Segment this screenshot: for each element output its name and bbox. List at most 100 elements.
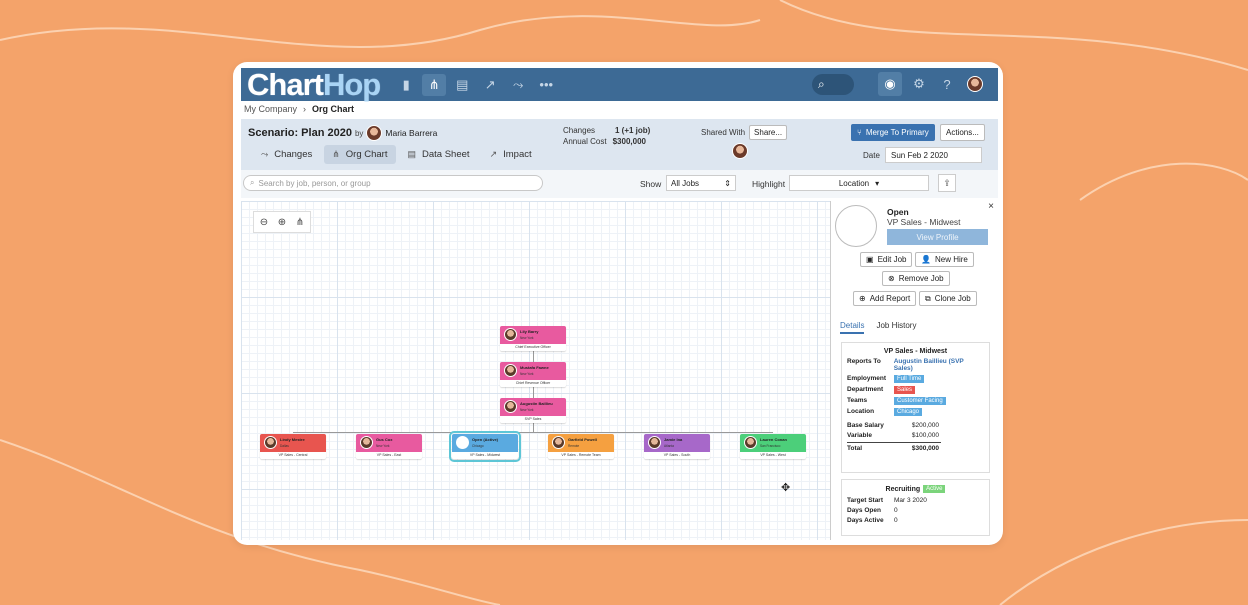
card-header: Jamie Ina Atlanta xyxy=(644,434,710,452)
user-avatar[interactable] xyxy=(964,72,986,96)
table-icon[interactable]: ▤ xyxy=(450,74,474,96)
zoom-out-icon[interactable]: ⊖ xyxy=(256,214,272,230)
briefcase-icon: ▣ xyxy=(866,255,874,264)
job-details-card: VP Sales - Midwest Reports To Augustin Ba… xyxy=(841,342,990,473)
org-card-cro[interactable]: Mustafa Fawne New York Chief Revenue Off… xyxy=(500,362,566,387)
scenario-name[interactable]: Scenario: Plan 2020 xyxy=(248,127,352,139)
move-cursor-icon: ✥ xyxy=(781,482,791,494)
date-label: Date xyxy=(863,151,880,160)
job-title: VP Sales - Midwest xyxy=(887,217,961,227)
shared-with-label: Shared With xyxy=(701,128,746,137)
scenario-by: by xyxy=(354,128,364,138)
scenario-header: Scenario: Plan 2020 by Maria Barrera ⤳ Ch… xyxy=(241,119,998,170)
variable-value: $100,000 xyxy=(911,432,939,439)
shared-user-avatar[interactable] xyxy=(732,143,748,159)
tab-job-history[interactable]: Job History xyxy=(876,321,916,334)
tab-org-chart[interactable]: ⋔ Org Chart xyxy=(324,145,396,164)
breadcrumb-current: Org Chart xyxy=(312,104,355,114)
search-icon: ⌕ xyxy=(250,178,255,187)
merge-to-primary-button[interactable]: ⑂ Merge To Primary xyxy=(851,124,935,141)
job-status: Open xyxy=(887,207,909,217)
org-chart-canvas[interactable]: ⊖ ⊕ ⋔ Lily Barry New York Chief Executiv… xyxy=(241,201,831,540)
zoom-in-icon[interactable]: ⊕ xyxy=(274,214,290,230)
target-start-value: Mar 3 2020 xyxy=(894,497,927,504)
scenario-owner: Maria Barrera xyxy=(385,128,438,138)
changes-label: Changes xyxy=(563,126,596,135)
avatar xyxy=(504,364,517,377)
charthop-logo[interactable]: ChartHop xyxy=(247,68,381,103)
actions-button[interactable]: Actions... xyxy=(940,124,985,141)
highlight-label: Highlight xyxy=(752,179,786,189)
scenario-title: Scenario: Plan 2020 by Maria Barrera xyxy=(248,125,437,141)
avatar xyxy=(552,436,565,449)
org-card-vp-midwest[interactable]: Open (Active) Chicago VP Sales - Midwest xyxy=(449,431,521,462)
more-icon[interactable]: ••• xyxy=(534,74,558,96)
scenario-branch-icon[interactable]: ⤳ xyxy=(506,74,530,96)
employment-tag: Full Time xyxy=(894,375,925,383)
org-chart-icon: ⋔ xyxy=(332,149,340,159)
org-card-vp-south[interactable]: Jamie Ina Atlanta VP Sales - South xyxy=(644,434,710,459)
org-card-ceo[interactable]: Lily Barry New York Chief Executive Offi… xyxy=(500,326,566,351)
org-card-vp-east[interactable]: Gus Cox New York VP Sales - East xyxy=(356,434,422,459)
avatar xyxy=(744,436,757,449)
clone-job-button[interactable]: ⧉ Clone Job xyxy=(919,291,977,306)
gear-icon[interactable]: ⚙ xyxy=(908,72,930,96)
eye-icon[interactable]: ◉ xyxy=(878,72,902,96)
org-card-vp-central[interactable]: Lindy Mestre Dallas VP Sales - Central xyxy=(260,434,326,459)
edit-job-button[interactable]: ▣ Edit Job xyxy=(860,252,913,267)
connector xyxy=(293,432,773,433)
reports-to-link[interactable]: Augustin Baillieu (SVP Sales) xyxy=(894,358,984,372)
card-header: Mustafa Fawne New York xyxy=(500,362,566,380)
fit-org-icon[interactable]: ⋔ xyxy=(292,214,308,230)
filter-bar: ⌕ Search by job, person, or group Show A… xyxy=(241,170,998,198)
days-open-value: 0 xyxy=(894,507,898,514)
org-card-vp-west[interactable]: Lauren Conan San Francisco VP Sales - We… xyxy=(740,434,806,459)
card-header: Augustin Baillieu New York xyxy=(500,398,566,416)
search-icon[interactable]: ⌕ xyxy=(812,74,854,95)
avatar xyxy=(264,436,277,449)
tab-changes[interactable]: ⤳ Changes xyxy=(253,145,320,164)
shared-with: Shared With Share... xyxy=(701,125,788,140)
trend-icon: ↗ xyxy=(489,149,498,159)
trend-chart-icon[interactable]: ↗ xyxy=(478,74,502,96)
top-nav-bar: ChartHop ▮ ⋔ ▤ ↗ ⤳ ••• ⌕ ◉ ⚙ ? xyxy=(241,68,998,103)
org-card-vp-remote[interactable]: Garfield Powell Remote VP Sales - Remote… xyxy=(548,434,614,459)
card-header: Lauren Conan San Francisco xyxy=(740,434,806,452)
org-chart-icon[interactable]: ⋔ xyxy=(422,73,447,96)
close-icon[interactable]: × xyxy=(988,201,994,212)
bar-chart-icon[interactable]: ▮ xyxy=(394,74,418,96)
new-hire-button[interactable]: 👤 New Hire xyxy=(915,252,974,267)
remove-job-button[interactable]: ⊗ Remove Job xyxy=(882,271,950,286)
highlight-select[interactable]: Location ▾ xyxy=(789,175,929,191)
show-select[interactable]: All Jobs ⇕ xyxy=(666,175,736,191)
connector xyxy=(533,423,534,432)
date-input[interactable]: Sun Feb 2 2020 xyxy=(885,147,982,163)
app-window: ChartHop ▮ ⋔ ▤ ↗ ⤳ ••• ⌕ ◉ ⚙ ? My Compan… xyxy=(233,62,1003,545)
remove-icon: ⊗ xyxy=(888,274,895,283)
tab-impact[interactable]: ↗ Impact xyxy=(482,145,540,164)
owner-avatar xyxy=(366,125,383,141)
avatar xyxy=(360,436,373,449)
org-search-input[interactable]: ⌕ Search by job, person, or group xyxy=(243,175,543,191)
avatar xyxy=(648,436,661,449)
plus-circle-icon: ⊕ xyxy=(859,294,866,303)
cloud-upload-icon[interactable]: ⇪ xyxy=(938,174,956,192)
location-tag: Chicago xyxy=(894,408,923,416)
view-profile-button[interactable]: View Profile xyxy=(887,229,988,245)
tab-data-sheet[interactable]: ▤ Data Sheet xyxy=(400,145,478,164)
help-icon[interactable]: ? xyxy=(936,72,958,96)
share-button[interactable]: Share... xyxy=(749,125,788,140)
card-header: Gus Cox New York xyxy=(356,434,422,452)
merge-icon: ⑂ xyxy=(857,128,862,137)
org-card-svp-sales[interactable]: Augustin Baillieu New York SVP Sales xyxy=(500,398,566,423)
annual-cost-label: Annual Cost xyxy=(563,137,607,146)
add-report-button[interactable]: ⊕ Add Report xyxy=(853,291,917,306)
card-header: Lily Barry New York xyxy=(500,326,566,344)
job-photo-placeholder xyxy=(835,205,877,247)
tab-details[interactable]: Details xyxy=(840,321,865,334)
breadcrumb-root[interactable]: My Company xyxy=(244,104,297,114)
avatar xyxy=(456,436,469,449)
card-header: Lindy Mestre Dallas xyxy=(260,434,326,452)
card-header: Garfield Powell Remote xyxy=(548,434,614,452)
recruiting-title: Recruiting xyxy=(885,485,921,493)
